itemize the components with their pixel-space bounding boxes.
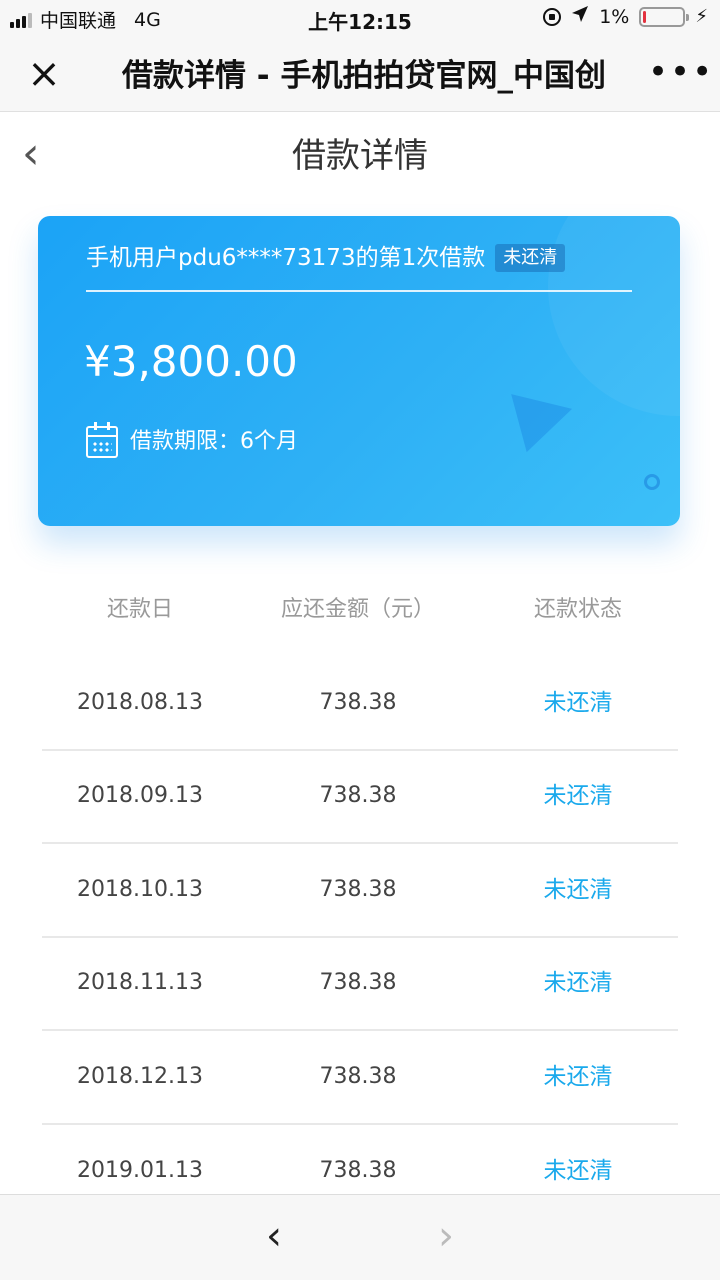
- card-header: 手机用户pdu6****73173的第1次借款 未还清: [86, 240, 566, 276]
- table-row: 2018.11.13 738.38 未还清: [42, 938, 678, 1031]
- repayment-status: 未还清: [543, 876, 613, 903]
- calendar-icon: [86, 422, 118, 458]
- repayment-table-body: 2018.08.13 738.38 未还清 2018.09.13 738.38 …: [42, 657, 678, 1218]
- repayment-table-header: 还款日 应还金额（元） 还款状态: [42, 580, 678, 640]
- repayment-date: 2018.10.13: [77, 876, 203, 902]
- repayment-date: 2018.11.13: [77, 970, 203, 996]
- browser-forward-icon[interactable]: ›: [424, 1215, 468, 1259]
- card-decoration-ring: [644, 474, 660, 490]
- table-row: 2018.08.13 738.38 未还清: [42, 657, 678, 751]
- rotation-lock-icon: [543, 7, 562, 26]
- column-header-amount: 应还金额（元）: [280, 597, 435, 622]
- loan-term-label: 借款期限：6个月: [130, 429, 298, 454]
- column-header-date: 还款日: [106, 597, 173, 622]
- loan-user-text: 手机用户pdu6****73173的第1次借款: [86, 245, 486, 271]
- battery-level: [643, 10, 647, 23]
- repayment-amount: 738.38: [319, 970, 397, 996]
- browser-bar: × 借款详情 - 手机拍拍贷官网_中国创 •••: [0, 38, 720, 112]
- browser-title: 借款详情 - 手机拍拍贷官网_中国创: [122, 58, 606, 94]
- repayment-date: 2018.12.13: [77, 1063, 203, 1089]
- more-options-icon[interactable]: •••: [648, 52, 712, 96]
- browser-back-icon[interactable]: ‹: [252, 1215, 296, 1259]
- repayment-status: 未还清: [543, 783, 613, 810]
- repayment-amount: 738.38: [319, 876, 397, 902]
- repayment-date: 2018.08.13: [77, 689, 203, 715]
- repayment-status: 未还清: [543, 689, 613, 716]
- page-title: 借款详情: [292, 136, 428, 176]
- column-header-status: 还款状态: [533, 597, 622, 622]
- card-decoration-triangle: [511, 379, 580, 453]
- card-decoration-circle: [548, 216, 680, 416]
- close-icon[interactable]: ×: [24, 52, 64, 96]
- table-row: 2018.10.13 738.38 未还清: [42, 844, 678, 938]
- repayment-amount: 738.38: [319, 783, 397, 809]
- repayment-date: 2018.09.13: [77, 783, 203, 809]
- loan-summary-card: 手机用户pdu6****73173的第1次借款 未还清 ¥3,800.00 借款…: [38, 216, 680, 526]
- status-bar: 中国联通 4G 上午12:15 1% ⚡: [0, 0, 720, 38]
- repayment-status: 未还清: [543, 1158, 613, 1185]
- bottom-toolbar: ‹ ›: [0, 1194, 720, 1280]
- page-header: ‹ 借款详情: [0, 112, 720, 200]
- repayment-amount: 738.38: [319, 1063, 397, 1089]
- battery-icon: [639, 6, 690, 27]
- table-row: 2018.12.13 738.38 未还清: [42, 1031, 678, 1125]
- loan-term: 借款期限：6个月: [86, 422, 298, 458]
- table-row: 2018.09.13 738.38 未还清: [42, 751, 678, 844]
- status-right: 1% ⚡: [543, 5, 708, 28]
- repayment-amount: 738.38: [319, 689, 397, 715]
- repayment-status: 未还清: [543, 1063, 613, 1090]
- battery-percent: 1%: [599, 5, 630, 28]
- repayment-status: 未还清: [543, 970, 613, 997]
- location-arrow-icon: [571, 5, 589, 28]
- status-badge: 未还清: [495, 244, 566, 272]
- loan-amount: ¥3,800.00: [84, 337, 298, 386]
- card-divider: [86, 290, 632, 292]
- charging-bolt-icon: ⚡: [695, 6, 708, 27]
- repayment-date: 2019.01.13: [77, 1158, 203, 1184]
- repayment-amount: 738.38: [319, 1158, 397, 1184]
